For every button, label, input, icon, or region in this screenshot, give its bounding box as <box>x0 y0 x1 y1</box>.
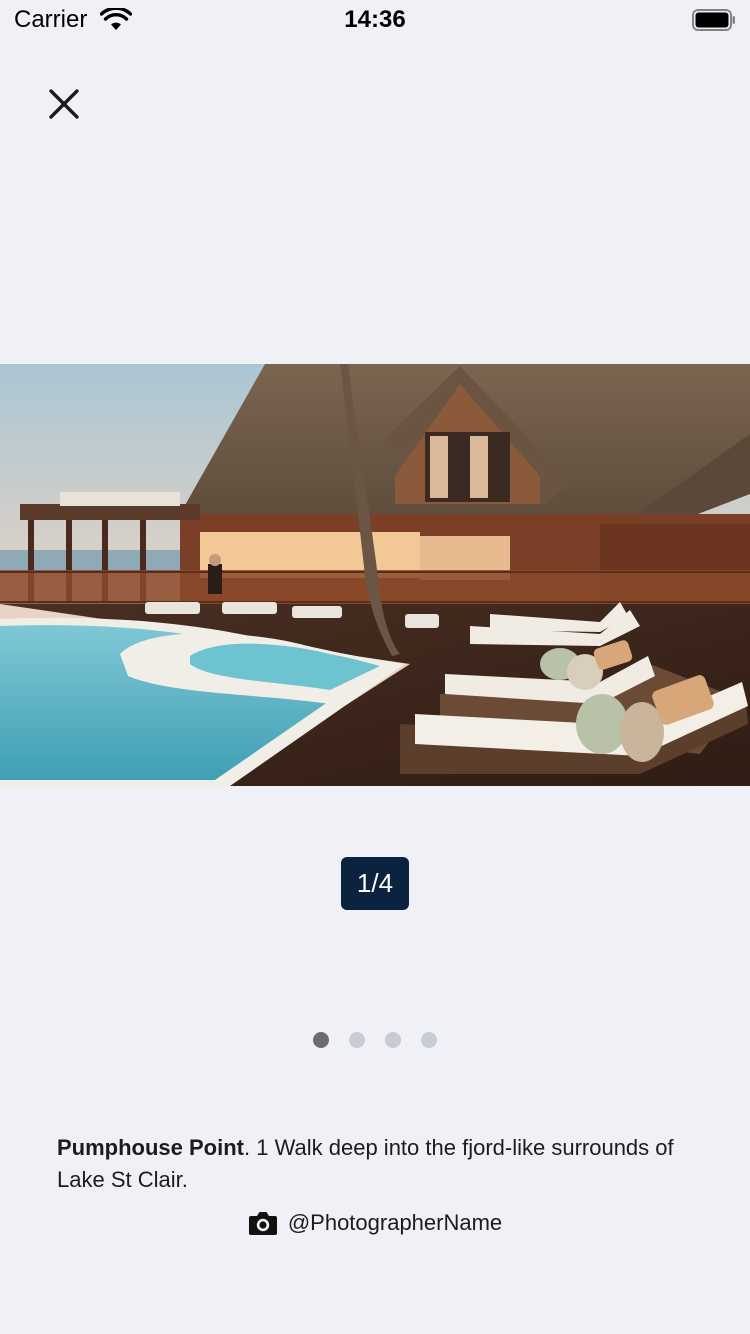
close-icon[interactable] <box>38 78 90 130</box>
status-time: 14:36 <box>344 6 406 33</box>
camera-icon <box>248 1212 277 1235</box>
pagination-dot-4[interactable] <box>421 1032 437 1048</box>
pagination-dots <box>0 1032 750 1048</box>
close-button[interactable] <box>38 78 90 130</box>
status-bar: Carrier 14:36 <box>0 0 750 40</box>
place-name: Pumphouse Point <box>57 1135 244 1160</box>
photo-credit: @PhotographerName <box>0 1210 750 1236</box>
photo-caption: Pumphouse Point. 1 Walk deep into the fj… <box>57 1132 697 1196</box>
resort-photo <box>0 364 750 786</box>
pagination-dot-1[interactable] <box>313 1032 329 1048</box>
pagination-dot-3[interactable] <box>385 1032 401 1048</box>
pagination-dot-2[interactable] <box>349 1032 365 1048</box>
photo-counter-badge: 1/4 <box>341 857 409 910</box>
battery-icon <box>692 9 735 31</box>
gallery-photo[interactable] <box>0 364 750 786</box>
photographer-name: @PhotographerName <box>287 1210 503 1235</box>
